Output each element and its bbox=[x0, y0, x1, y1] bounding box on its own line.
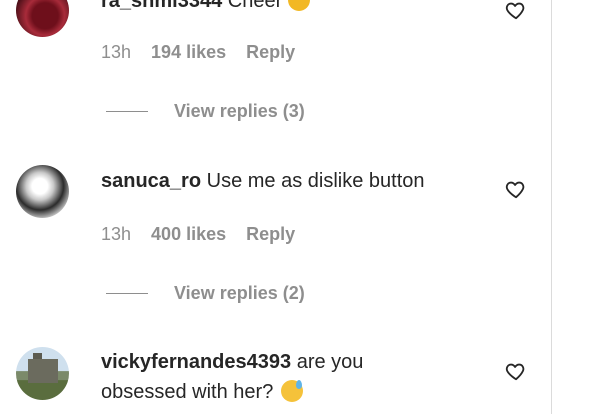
emoji-icon bbox=[287, 0, 310, 11]
heart-icon[interactable] bbox=[505, 178, 527, 200]
comment-2-meta: 13h 400 likes Reply bbox=[101, 224, 295, 245]
comment-3-body: vickyfernandes4393 are you obsessed with… bbox=[101, 347, 363, 407]
comment-2-likes[interactable]: 400 likes bbox=[151, 224, 226, 245]
comment-1-likes[interactable]: 194 likes bbox=[151, 42, 226, 63]
comments-feed: ra_shmi3344 Cheer 13h 194 likes Reply Vi… bbox=[0, 0, 551, 414]
comment-1-view-replies[interactable]: View replies (3) bbox=[106, 101, 305, 122]
avatar-sanuca-ro[interactable] bbox=[16, 165, 69, 218]
avatar-vickyfernandes4393[interactable] bbox=[16, 347, 69, 400]
heart-icon[interactable] bbox=[505, 0, 527, 21]
comment-2-body: sanuca_ro Use me as dislike button bbox=[101, 166, 425, 196]
comment-3-username[interactable]: vickyfernandes4393 bbox=[101, 351, 291, 373]
comment-2-time: 13h bbox=[101, 224, 132, 244]
comment-2-view-replies[interactable]: View replies (2) bbox=[106, 283, 305, 304]
comment-2-reply-button[interactable]: Reply bbox=[246, 224, 295, 245]
avatar-castle bbox=[28, 359, 58, 383]
comment-3-text-line2: obsessed with her? bbox=[101, 381, 274, 403]
replies-divider-line bbox=[106, 293, 148, 294]
avatar-ra-shmi3344[interactable] bbox=[16, 0, 69, 37]
comment-1-time: 13h bbox=[101, 42, 132, 62]
comment-1-meta: 13h 194 likes Reply bbox=[101, 42, 295, 63]
replies-divider-line bbox=[106, 111, 148, 112]
comment-1-text: Cheer bbox=[227, 0, 283, 12]
comment-1-view-replies-label[interactable]: View replies (3) bbox=[174, 101, 305, 122]
sweat-smile-emoji-icon bbox=[280, 380, 303, 402]
comment-1-body: ra_shmi3344 Cheer bbox=[101, 0, 310, 16]
side-panel bbox=[552, 0, 600, 414]
comment-2-text: Use me as dislike button bbox=[206, 170, 425, 192]
comment-1-reply-button[interactable]: Reply bbox=[246, 42, 295, 63]
comment-1-username[interactable]: ra_shmi3344 bbox=[101, 0, 222, 12]
comment-2-username[interactable]: sanuca_ro bbox=[101, 170, 201, 192]
comment-2-view-replies-label[interactable]: View replies (2) bbox=[174, 283, 305, 304]
heart-icon[interactable] bbox=[505, 360, 527, 382]
comment-3-text-line1: are you bbox=[296, 351, 364, 373]
